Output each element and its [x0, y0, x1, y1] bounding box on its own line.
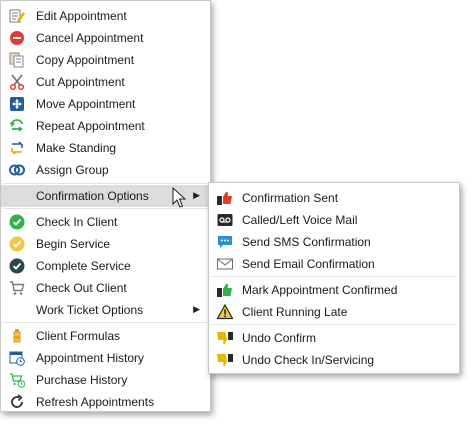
menu-item-label: Edit Appointment [36, 9, 127, 23]
menu-item-label: Cut Appointment [36, 75, 125, 89]
submenu-item-undo-confirm[interactable]: Undo Confirm [209, 327, 459, 349]
menu-item-label: Confirmation Options [36, 189, 149, 203]
menu-item-cancel-appointment[interactable]: Cancel Appointment [1, 27, 210, 49]
refresh-icon [9, 394, 25, 410]
menu-item-begin-service[interactable]: Begin Service [1, 233, 210, 255]
menu-item-edit-appointment[interactable]: Edit Appointment [1, 5, 210, 27]
menu-item-label: Complete Service [36, 259, 131, 273]
menu-item-move-appointment[interactable]: Move Appointment [1, 93, 210, 115]
menu-item-label: Called/Left Voice Mail [242, 213, 358, 227]
menu-item-copy-appointment[interactable]: Copy Appointment [1, 49, 210, 71]
sms-icon [217, 234, 233, 250]
menu-separator [211, 324, 457, 325]
menu-separator [3, 183, 208, 184]
menu-item-label: Move Appointment [36, 97, 136, 111]
voicemail-icon [217, 212, 233, 228]
check-in-icon [9, 214, 25, 230]
menu-item-check-out-client[interactable]: Check Out Client [1, 277, 210, 299]
menu-item-label: Client Running Late [242, 305, 348, 319]
submenu-item-send-sms-confirmation[interactable]: Send SMS Confirmation [209, 231, 459, 253]
group-icon [9, 162, 25, 178]
formula-bottle-icon [9, 328, 25, 344]
confirmed-icon [217, 282, 233, 298]
standing-icon [9, 140, 25, 156]
menu-item-label: Client Formulas [36, 329, 121, 343]
repeat-icon [9, 118, 25, 134]
menu-item-work-ticket-options[interactable]: Work Ticket Options ▶ [1, 299, 210, 321]
menu-item-refresh-appointments[interactable]: Refresh Appointments [1, 391, 210, 413]
menu-item-appointment-history[interactable]: Appointment History [1, 347, 210, 369]
submenu-arrow-icon: ▶ [193, 304, 200, 314]
menu-item-label: Assign Group [36, 163, 109, 177]
menu-item-label: Work Ticket Options [36, 303, 144, 317]
submenu-arrow-icon: ▶ [193, 190, 200, 200]
menu-separator [211, 276, 457, 277]
warning-icon [217, 304, 233, 320]
submenu-item-client-running-late[interactable]: Client Running Late [209, 301, 459, 323]
menu-item-complete-service[interactable]: Complete Service [1, 255, 210, 277]
menu-item-label: Undo Check In/Servicing [242, 353, 375, 367]
menu-item-label: Mark Appointment Confirmed [242, 283, 398, 297]
complete-service-icon [9, 258, 25, 274]
menu-item-repeat-appointment[interactable]: Repeat Appointment [1, 115, 210, 137]
edit-icon [9, 8, 25, 24]
menu-item-cut-appointment[interactable]: Cut Appointment [1, 71, 210, 93]
submenu-item-mark-appointment-confirmed[interactable]: Mark Appointment Confirmed [209, 279, 459, 301]
email-icon [217, 256, 233, 272]
menu-item-label: Check In Client [36, 215, 118, 229]
cancel-icon [9, 30, 25, 46]
mouse-pointer-icon [172, 187, 187, 208]
move-icon [9, 96, 25, 112]
undo-confirm-icon [217, 330, 233, 346]
submenu-item-confirmation-sent[interactable]: Confirmation Sent [209, 187, 459, 209]
menu-item-label: Undo Confirm [242, 331, 317, 345]
submenu-item-called-left-voice-mail[interactable]: Called/Left Voice Mail [209, 209, 459, 231]
menu-item-label: Begin Service [36, 237, 111, 251]
menu-item-label: Purchase History [36, 373, 128, 387]
menu-item-label: Repeat Appointment [36, 119, 145, 133]
menu-item-label: Send Email Confirmation [242, 257, 375, 271]
copy-icon [9, 52, 25, 68]
scissors-icon [9, 74, 25, 90]
menu-item-label: Make Standing [36, 141, 117, 155]
menu-item-label: Send SMS Confirmation [242, 235, 371, 249]
calendar-history-icon [9, 350, 25, 366]
menu-item-label: Check Out Client [36, 281, 127, 295]
menu-item-client-formulas[interactable]: Client Formulas [1, 325, 210, 347]
submenu-item-undo-check-in-servicing[interactable]: Undo Check In/Servicing [209, 349, 459, 371]
cart-history-icon [9, 372, 25, 388]
menu-item-label: Refresh Appointments [36, 395, 155, 409]
menu-item-label: Confirmation Sent [242, 191, 339, 205]
menu-item-label: Cancel Appointment [36, 31, 144, 45]
confirmation-options-submenu: Confirmation Sent Called/Left Voice Mail… [208, 182, 460, 374]
undo-checkin-icon [217, 352, 233, 368]
confirmation-sent-icon [217, 190, 233, 206]
cart-icon [9, 280, 25, 296]
begin-service-icon [9, 236, 25, 252]
menu-item-assign-group[interactable]: Assign Group [1, 159, 210, 181]
menu-item-make-standing[interactable]: Make Standing [1, 137, 210, 159]
menu-item-check-in-client[interactable]: Check In Client [1, 211, 210, 233]
submenu-item-send-email-confirmation[interactable]: Send Email Confirmation [209, 253, 459, 275]
menu-item-purchase-history[interactable]: Purchase History [1, 369, 210, 391]
menu-item-label: Copy Appointment [36, 53, 135, 67]
menu-separator [3, 322, 208, 323]
menu-item-label: Appointment History [36, 351, 145, 365]
